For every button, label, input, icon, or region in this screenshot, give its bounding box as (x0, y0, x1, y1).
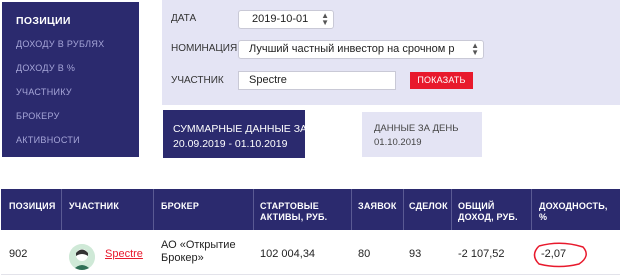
results-table: ПОЗИЦИЯ УЧАСТНИК БРОКЕР СТАРТОВЫЕ АКТИВЫ… (1, 189, 620, 275)
filter-panel: ДАТА 2019-10-01 ▲ ▼ НОМИНАЦИЯ Лучший част… (162, 0, 620, 105)
day-title: ДАННЫЕ ЗА ДЕНЬ (374, 123, 459, 134)
cell-position: 902 (9, 248, 28, 260)
header-yield: ДОХОДНОСТЬ, % (539, 201, 608, 222)
chevron-updown-icon: ▲ ▼ (321, 11, 329, 27)
nomination-select[interactable]: Лучший частный инвестор на срочном р ▲ ▼ (238, 40, 484, 59)
sidebar-nav: ПОЗИЦИИ ДОХОДУ В РУБЛЯХ ДОХОДУ В % УЧАСТ… (2, 2, 139, 157)
nav-item-participant[interactable]: УЧАСТНИКУ (2, 80, 139, 104)
cell-total-income: -2 107,52 (458, 248, 505, 260)
date-label: ДАТА (171, 13, 197, 24)
header-orders: ЗАЯВОК (358, 201, 397, 211)
nomination-label: НОМИНАЦИЯ (171, 43, 238, 54)
avatar-icon (69, 244, 95, 270)
summary-period: 20.09.2019 - 01.10.2019 (173, 138, 288, 150)
participant-value: Spectre (249, 74, 287, 86)
date-value: 2019-10-01 (252, 13, 309, 25)
table-row: 902 Spectre АО «Открытие Брокер» 102 004… (1, 230, 620, 275)
tab-summary-period[interactable]: СУММАРНЫЕ ДАННЫЕ ЗА 20.09.2019 - 01.10.2… (163, 110, 308, 158)
day-date: 01.10.2019 (374, 137, 422, 148)
cell-start-assets: 102 004,34 (260, 248, 316, 260)
tab-day-data[interactable]: ДАННЫЕ ЗА ДЕНЬ 01.10.2019 (362, 112, 482, 157)
cell-broker: АО «Открытие Брокер» (161, 239, 236, 264)
nomination-value: Лучший частный инвестор на срочном р (249, 43, 455, 55)
participant-link[interactable]: Spectre (105, 248, 143, 261)
chevron-updown-icon: ▲ ▼ (471, 41, 479, 57)
table-header: ПОЗИЦИЯ УЧАСТНИК БРОКЕР СТАРТОВЫЕ АКТИВЫ… (1, 189, 620, 230)
nav-item-activity[interactable]: АКТИВНОСТИ (2, 128, 139, 152)
header-start-assets: СТАРТОВЫЕ АКТИВЫ, РУБ. (260, 201, 328, 222)
participant-input[interactable]: Spectre (238, 71, 396, 90)
header-total-income: ОБЩИЙ ДОХОД, РУБ. (458, 201, 518, 222)
header-deals: СДЕЛОК (409, 201, 448, 211)
cell-deals: 93 (409, 248, 422, 260)
nav-item-income-percent[interactable]: ДОХОДУ В % (2, 56, 139, 80)
participant-label: УЧАСТНИК (171, 75, 224, 86)
date-select[interactable]: 2019-10-01 ▲ ▼ (238, 10, 334, 29)
nav-item-income-rub[interactable]: ДОХОДУ В РУБЛЯХ (2, 32, 139, 56)
header-broker: БРОКЕР (161, 201, 200, 211)
header-position: ПОЗИЦИЯ (9, 201, 56, 211)
cell-orders: 80 (358, 248, 371, 260)
nav-item-broker[interactable]: БРОКЕРУ (2, 104, 139, 128)
cell-yield: -2,07 (541, 248, 567, 260)
summary-title: СУММАРНЫЕ ДАННЫЕ ЗА (173, 123, 308, 135)
show-button[interactable]: ПОКАЗАТЬ (410, 72, 473, 89)
header-participant: УЧАСТНИК (69, 201, 120, 211)
nav-item-positions[interactable]: ПОЗИЦИИ (2, 2, 139, 32)
